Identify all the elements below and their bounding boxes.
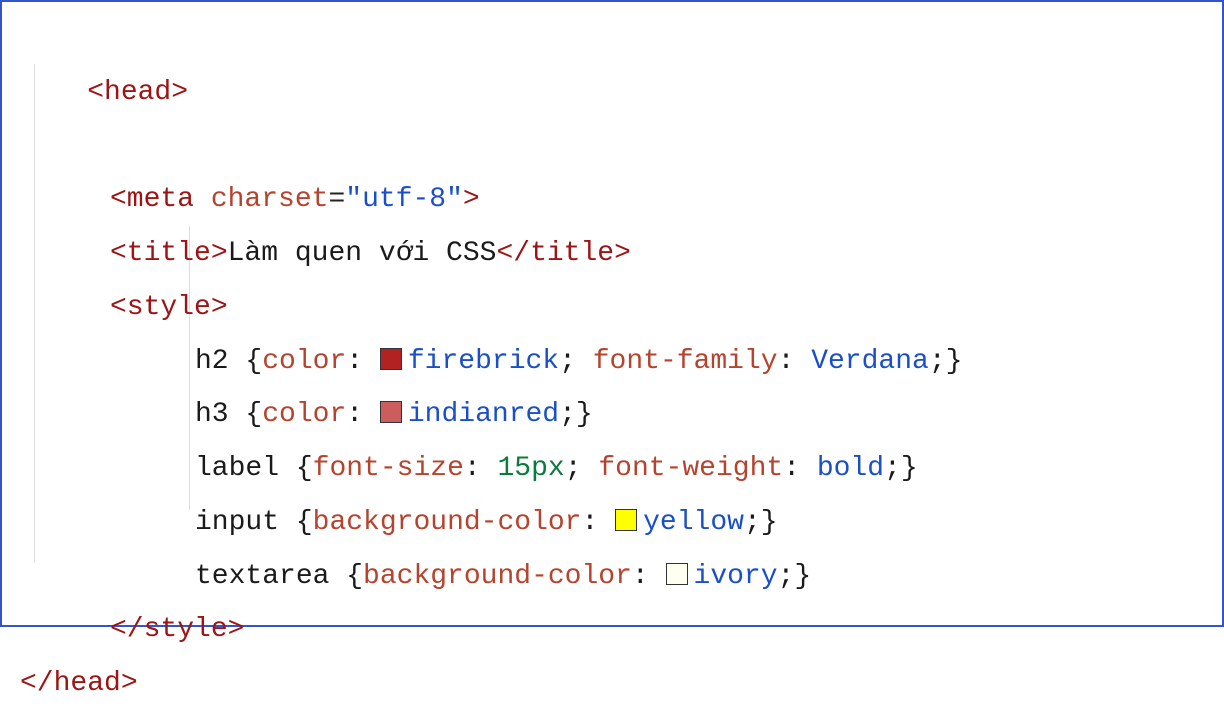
prop-color: color — [262, 399, 346, 430]
code-line-6: h3 {color: indianred;} — [20, 388, 1204, 442]
selector-input: input — [195, 507, 296, 538]
cssval-ivory: ivory — [694, 561, 778, 592]
cssval-bold: bold — [817, 453, 884, 484]
color-swatch-yellow-icon — [615, 509, 637, 531]
semicolon: ; — [744, 507, 761, 538]
semicolon: ; — [559, 399, 576, 430]
tag-title-close: </title> — [496, 238, 630, 269]
title-text: Làm quen với CSS — [228, 238, 497, 269]
cssval-15px: 15px — [498, 453, 565, 484]
tag-style-open: <style> — [110, 292, 228, 323]
brace-close: } — [901, 453, 918, 484]
attr-value-utf8: "utf-8" — [345, 184, 463, 215]
prop-color: color — [262, 346, 346, 377]
tag-title-open: <title> — [110, 238, 228, 269]
cssval-yellow: yellow — [643, 507, 744, 538]
attr-charset: charset — [211, 184, 329, 215]
color-swatch-firebrick-icon — [380, 348, 402, 370]
tag-head-close: </head> — [20, 668, 138, 699]
semicolon: ; — [929, 346, 946, 377]
code-line-2: <meta charset="utf-8"> — [20, 173, 1204, 227]
code-line-5: h2 {color: firebrick; font-family: Verda… — [20, 335, 1204, 389]
code-line-11: </head> — [20, 657, 1204, 711]
code-line-8: input {background-color: yellow;} — [20, 496, 1204, 550]
selector-label: label — [195, 453, 296, 484]
color-swatch-ivory-icon — [666, 563, 688, 585]
cssval-verdana: Verdana — [811, 346, 929, 377]
brace-close: } — [761, 507, 778, 538]
prop-font-family: font-family — [593, 346, 778, 377]
semicolon: ; — [778, 561, 795, 592]
selector-h3: h3 — [195, 399, 245, 430]
code-line-1: <head> — [20, 12, 1204, 173]
code-line-10: </style> — [20, 603, 1204, 657]
colon: : — [464, 453, 481, 484]
tag-meta: <meta — [110, 184, 194, 215]
prop-background-color: background-color — [363, 561, 632, 592]
tag-close-angle: > — [463, 184, 480, 215]
brace-close: } — [946, 346, 963, 377]
colon: : — [783, 453, 800, 484]
colon: : — [632, 561, 649, 592]
colon: : — [346, 346, 363, 377]
tag-style-close: </style> — [110, 614, 244, 645]
selector-textarea: textarea — [195, 561, 346, 592]
cssval-firebrick: firebrick — [408, 346, 559, 377]
semicolon: ; — [565, 453, 582, 484]
colon: : — [581, 507, 598, 538]
prop-font-weight: font-weight — [598, 453, 783, 484]
code-line-4: <style> — [20, 281, 1204, 335]
brace-close: } — [794, 561, 811, 592]
brace-open: { — [296, 507, 313, 538]
brace-open: { — [245, 346, 262, 377]
colon: : — [346, 399, 363, 430]
colon: : — [778, 346, 795, 377]
cssval-indianred: indianred — [408, 399, 559, 430]
equals-sign: = — [328, 184, 345, 215]
code-line-9: textarea {background-color: ivory;} — [20, 550, 1204, 604]
color-swatch-indianred-icon — [380, 401, 402, 423]
semicolon: ; — [559, 346, 576, 377]
selector-h2: h2 — [195, 346, 245, 377]
code-line-7: label {font-size: 15px; font-weight: bol… — [20, 442, 1204, 496]
code-editor-panel: <head> <meta charset="utf-8"> <title>Làm… — [0, 0, 1224, 627]
brace-open: { — [346, 561, 363, 592]
code-line-3: <title>Làm quen với CSS</title> — [20, 227, 1204, 281]
tag-head-open: <head> — [87, 77, 188, 108]
brace-close: } — [576, 399, 593, 430]
prop-background-color: background-color — [313, 507, 582, 538]
semicolon: ; — [884, 453, 901, 484]
prop-font-size: font-size — [313, 453, 464, 484]
brace-open: { — [296, 453, 313, 484]
brace-open: { — [245, 399, 262, 430]
